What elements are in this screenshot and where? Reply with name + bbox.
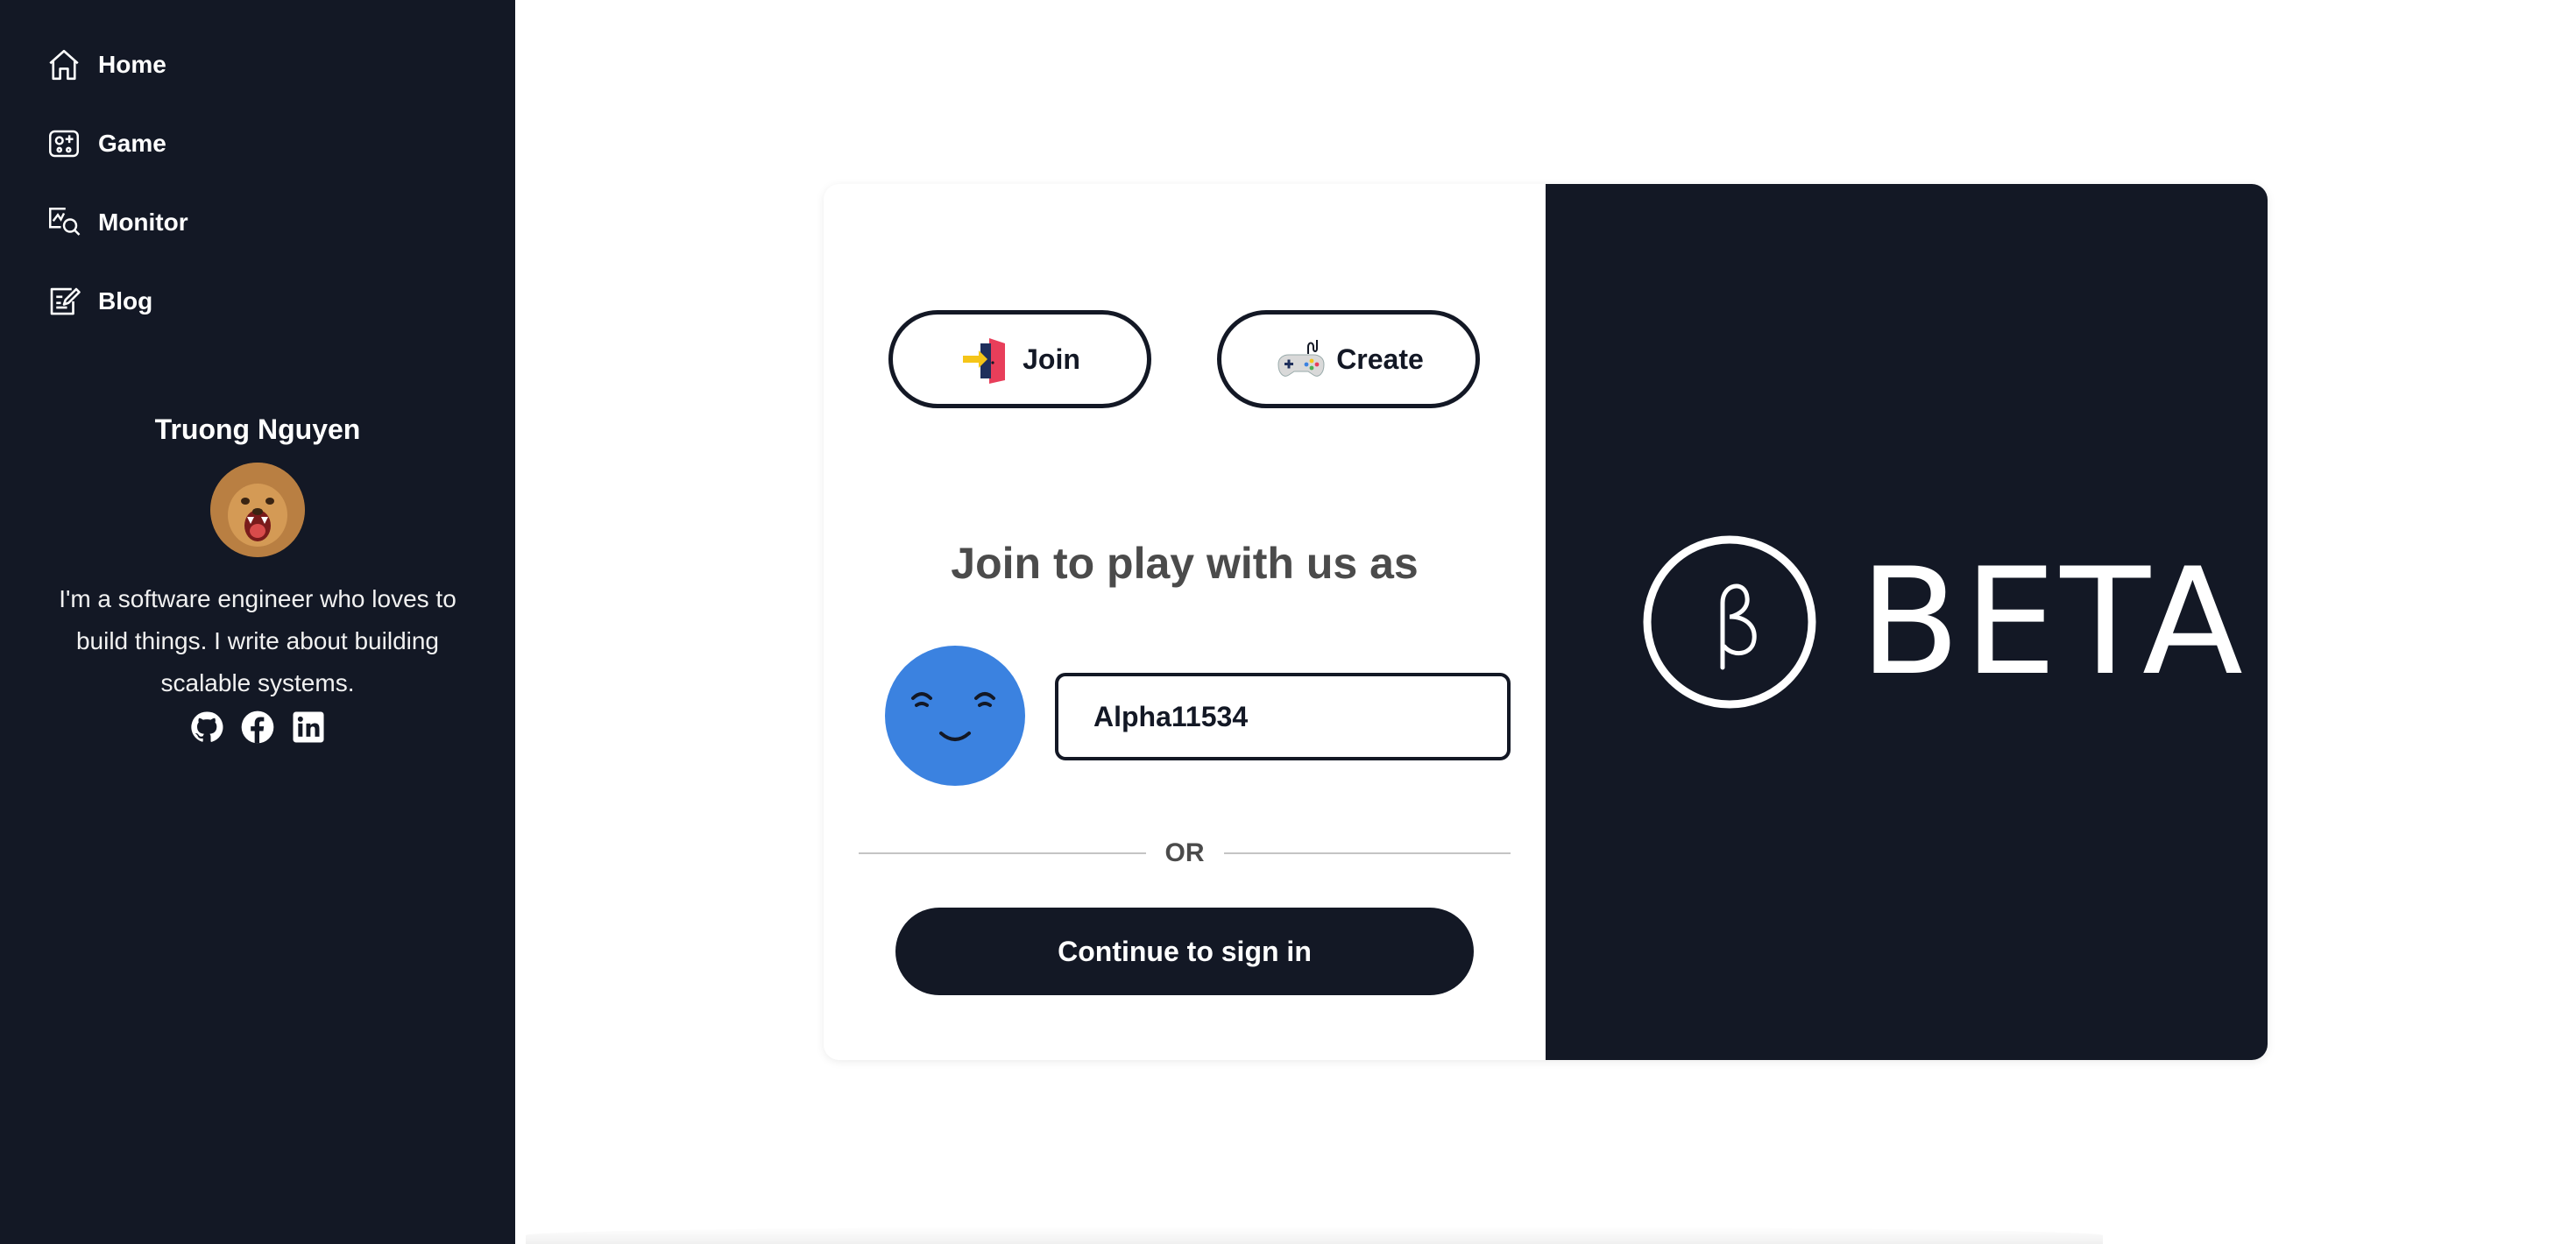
create-button[interactable]: Create [1217,310,1480,408]
player-avatar[interactable] [885,646,1025,786]
nav-item-game[interactable]: Game [46,124,188,163]
create-label: Create [1336,343,1424,375]
divider-line-left [859,852,1146,854]
social-links [0,710,515,745]
brand-text: BETA [1859,536,2247,708]
profile-bio: I'm a software engineer who loves to bui… [59,585,456,696]
join-label: Join [1023,343,1080,375]
facebook-icon [241,710,274,744]
linkedin-link[interactable] [291,710,326,745]
profile-section: Truong Nguyen I'm a software engineer wh… [0,408,515,745]
join-panel: Join Create Join to play with us as Alph… [824,184,1546,1060]
home-icon [49,49,79,81]
bottom-shadow [526,1226,2103,1244]
join-heading: Join to play with us as [951,539,1419,588]
linkedin-icon [293,711,324,743]
sidebar-nav: Home Game Monitor Blog [46,46,188,361]
sidebar: Home Game Monitor Blog Truong Nguyen I'm… [0,0,515,1244]
divider-line-right [1223,852,1511,854]
beta-logo-icon [1643,535,1816,709]
nav-label-home: Home [98,51,166,78]
username-input[interactable] [1055,673,1511,760]
or-label: OR [1164,838,1205,867]
door-enter-icon [963,338,1006,384]
monitor-icon [49,208,81,236]
brand-panel: BETA [1546,184,2268,1060]
continue-signin-button[interactable]: Continue to sign in [895,908,1474,995]
github-link[interactable] [189,710,224,745]
profile-name: Truong Nguyen [154,413,361,445]
avatar [210,463,305,557]
github-icon [191,711,223,742]
nav-label-blog: Blog [98,287,153,315]
gamepad-icon [1277,340,1325,377]
join-button[interactable]: Join [888,310,1151,408]
nav-label-monitor: Monitor [98,209,188,236]
nav-item-home[interactable]: Home [46,46,188,84]
nav-item-monitor[interactable]: Monitor [46,203,188,242]
nav-label-game: Game [98,130,166,157]
facebook-link[interactable] [240,710,275,745]
or-divider: OR [859,834,1511,873]
nav-item-blog[interactable]: Blog [46,282,188,321]
lion-cub-image [210,463,305,557]
game-icon [49,130,79,158]
blog-icon [50,287,81,315]
join-card: Join Create Join to play with us as Alph… [824,184,2268,1060]
